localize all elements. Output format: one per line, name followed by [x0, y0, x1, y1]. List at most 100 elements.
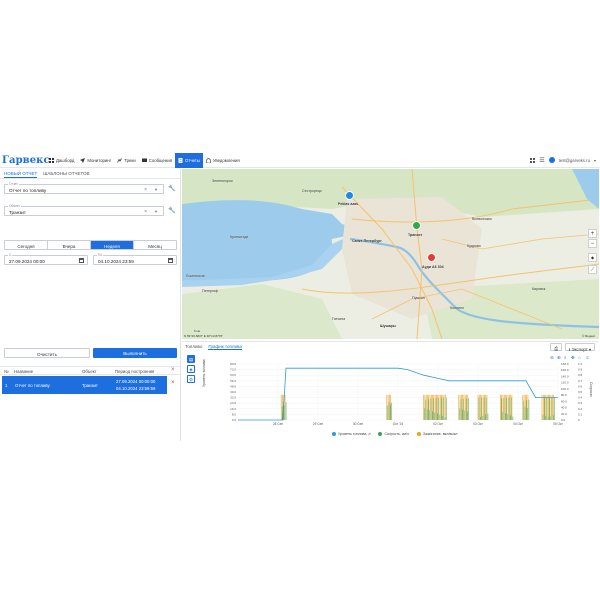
field-value: Отчет по топливу [9, 188, 47, 193]
vehicle-marker[interactable] [412, 221, 421, 230]
nav-label: Дашборд [56, 157, 75, 163]
nav-dashboard[interactable]: Дашборд [46, 153, 77, 168]
tab-fuel[interactable]: Топливо [185, 344, 202, 350]
row-object: Транзит [82, 383, 98, 388]
clear-icon[interactable]: × [144, 187, 147, 193]
map-label-petergof: Петергоф [202, 289, 219, 293]
messages-icon [141, 158, 147, 162]
y-right2-tick: 0.1 [578, 412, 583, 416]
legend-item[interactable]: Уровень топлива, л [332, 432, 370, 436]
x-tick: Окт '24 [393, 422, 404, 426]
chart-layers-button[interactable]: ◈ [187, 365, 195, 373]
report-select[interactable]: Отчет Отчет по топливу × ▼ [4, 182, 164, 194]
y-right-tick: 40.0 [561, 406, 567, 410]
avatar[interactable] [548, 157, 555, 163]
x-tick: 02 Окт [433, 422, 443, 426]
notification-icon [206, 157, 211, 163]
menu-icon[interactable]: ☰ [539, 157, 544, 164]
date-to-field[interactable]: По 04.10.2024 23:59 [93, 253, 177, 265]
nav-notifications[interactable]: Уведомления [203, 153, 243, 168]
logo[interactable]: Гарвекс [0, 155, 50, 166]
clear-button[interactable]: Очистить [4, 348, 90, 358]
tab-fuel-chart[interactable]: График топлива [208, 344, 242, 350]
fuel-chart[interactable]: Уровень топлива Скорость 0.08.016.024.03… [198, 352, 598, 432]
nav-monitoring[interactable]: Мониторинг [77, 153, 114, 168]
fuel-panel: Топливо График топлива ⎙ ⭳ Экспорт ▾ ▤ ◈… [182, 341, 599, 441]
delete-all-icon[interactable]: × [171, 367, 175, 373]
map-label-zelenogorsk: Зеленогорск [212, 179, 233, 183]
map-label-vsevolozhsk: Всеволожск [472, 217, 492, 221]
calendar-icon[interactable] [79, 258, 84, 263]
zoom-in-button[interactable]: + [588, 229, 597, 238]
calendar-icon[interactable] [168, 258, 173, 263]
map-label-shushary: Шушары [380, 324, 396, 328]
nav-label: Треки [124, 157, 136, 163]
legend-label: Уровень топлива, л [338, 432, 371, 436]
chart-view-button[interactable]: ▤ [187, 355, 195, 363]
field-value: 27.09.2024 00:00 [9, 259, 45, 264]
map-coords: N 59°46.6837' E 30°13.8778' [184, 334, 223, 338]
chart-menu-icon[interactable]: ≡ [586, 355, 589, 360]
y-right-tick: 120.0 [561, 381, 569, 385]
zoom-in-icon[interactable]: ⊕ [557, 355, 561, 360]
wrench-icon[interactable]: 🔧 [167, 207, 177, 217]
y-right2-tick: 0.9 [578, 368, 583, 372]
pan-icon[interactable]: ✥ [571, 355, 575, 360]
period-month[interactable]: Месяц [134, 241, 176, 249]
y-right2-tick: 0.5 [578, 390, 583, 394]
object-select[interactable]: Объект Транзит × ▼ [4, 204, 164, 216]
magnifier-icon[interactable]: ⌕ [564, 355, 567, 360]
dashboard-icon [49, 157, 54, 163]
map-view[interactable]: Санкт-Петербург Кронштадт Колпино Шушары… [182, 169, 599, 339]
chart-settings-button[interactable]: ⚙ [187, 375, 195, 383]
map-label-kolpino: Колпино [450, 306, 465, 310]
date-from-field[interactable]: С 27.09.2024 00:00 [4, 253, 88, 265]
vehicle-marker[interactable] [345, 191, 354, 200]
tab-new-report[interactable]: НОВЫЙ ОТЧЕТ [4, 171, 38, 178]
period-yesterday[interactable]: Вчера [48, 241, 91, 249]
y-right2-tick: 0.4 [578, 396, 583, 400]
run-button[interactable]: Выполнить [93, 348, 177, 358]
map-label-sestroretsk: Сестрорецк [302, 189, 322, 193]
legend-label: Скорость, км/ч [384, 432, 409, 436]
map-label-kronshtadt: Кронштадт [230, 235, 249, 239]
legend-item[interactable]: Скорость, км/ч [378, 432, 409, 436]
delete-row-icon[interactable]: × [171, 380, 175, 386]
nav-reports[interactable]: Отчеты [175, 152, 203, 168]
print-icon[interactable]: ⎙ [550, 343, 562, 351]
x-tick: 05 Окт [553, 422, 563, 426]
clear-icon[interactable]: × [144, 209, 147, 215]
table-row[interactable]: 1 Отчет по топливу Транзит 27.09.2024 00… [2, 376, 167, 394]
home-icon[interactable]: ⌂ [578, 355, 581, 360]
y-right2-tick: 0.2 [578, 407, 583, 411]
fuel-tools: ⎙ ⭳ Экспорт ▾ [550, 343, 595, 352]
field-label: По [97, 253, 104, 257]
user-email[interactable]: test@garveks.ru [559, 158, 590, 163]
legend-item[interactable]: Зажигание, вкл/выкл [416, 432, 458, 436]
chevron-down-icon[interactable]: ▼ [154, 209, 158, 214]
wrench-icon[interactable]: 🔧 [167, 185, 177, 195]
layers-icon[interactable]: ◆ [588, 253, 597, 262]
y-right-tick: 140.0 [561, 374, 569, 378]
grid-menu-icon[interactable] [530, 157, 536, 163]
col-num: № [4, 369, 9, 374]
nav-label: Сообщения [148, 157, 173, 163]
chevron-down-icon[interactable]: ▾ [594, 158, 596, 163]
tab-report-templates[interactable]: ШАБЛОНЫ ОТЧЕТОВ [43, 171, 89, 178]
zoom-out-icon[interactable]: ⊖ [550, 355, 554, 360]
nav-tracks[interactable]: Треки [114, 153, 138, 168]
vehicle-marker[interactable] [427, 253, 436, 262]
y-left-tick: 32.0 [230, 396, 236, 400]
nav-messages[interactable]: Сообщения [139, 153, 175, 168]
ruler-icon[interactable]: ⟋ [588, 265, 597, 274]
report-panel: НОВЫЙ ОТЧЕТ ШАБЛОНЫ ОТЧЕТОВ Отчет Отчет … [0, 169, 181, 441]
zoom-out-button[interactable]: − [588, 239, 597, 248]
x-tick: 30 Сен [353, 422, 364, 426]
period-week[interactable]: Неделя [91, 241, 134, 249]
period-today[interactable]: Сегодня [5, 241, 48, 249]
y-left-tick: 8.0 [232, 412, 237, 416]
y-right-tick: 60.0 [561, 399, 567, 403]
results-table-header: № Название Объект Период построения × [0, 366, 181, 375]
export-button[interactable]: ⭳ Экспорт ▾ [564, 343, 595, 352]
chevron-down-icon[interactable]: ▼ [154, 187, 158, 192]
